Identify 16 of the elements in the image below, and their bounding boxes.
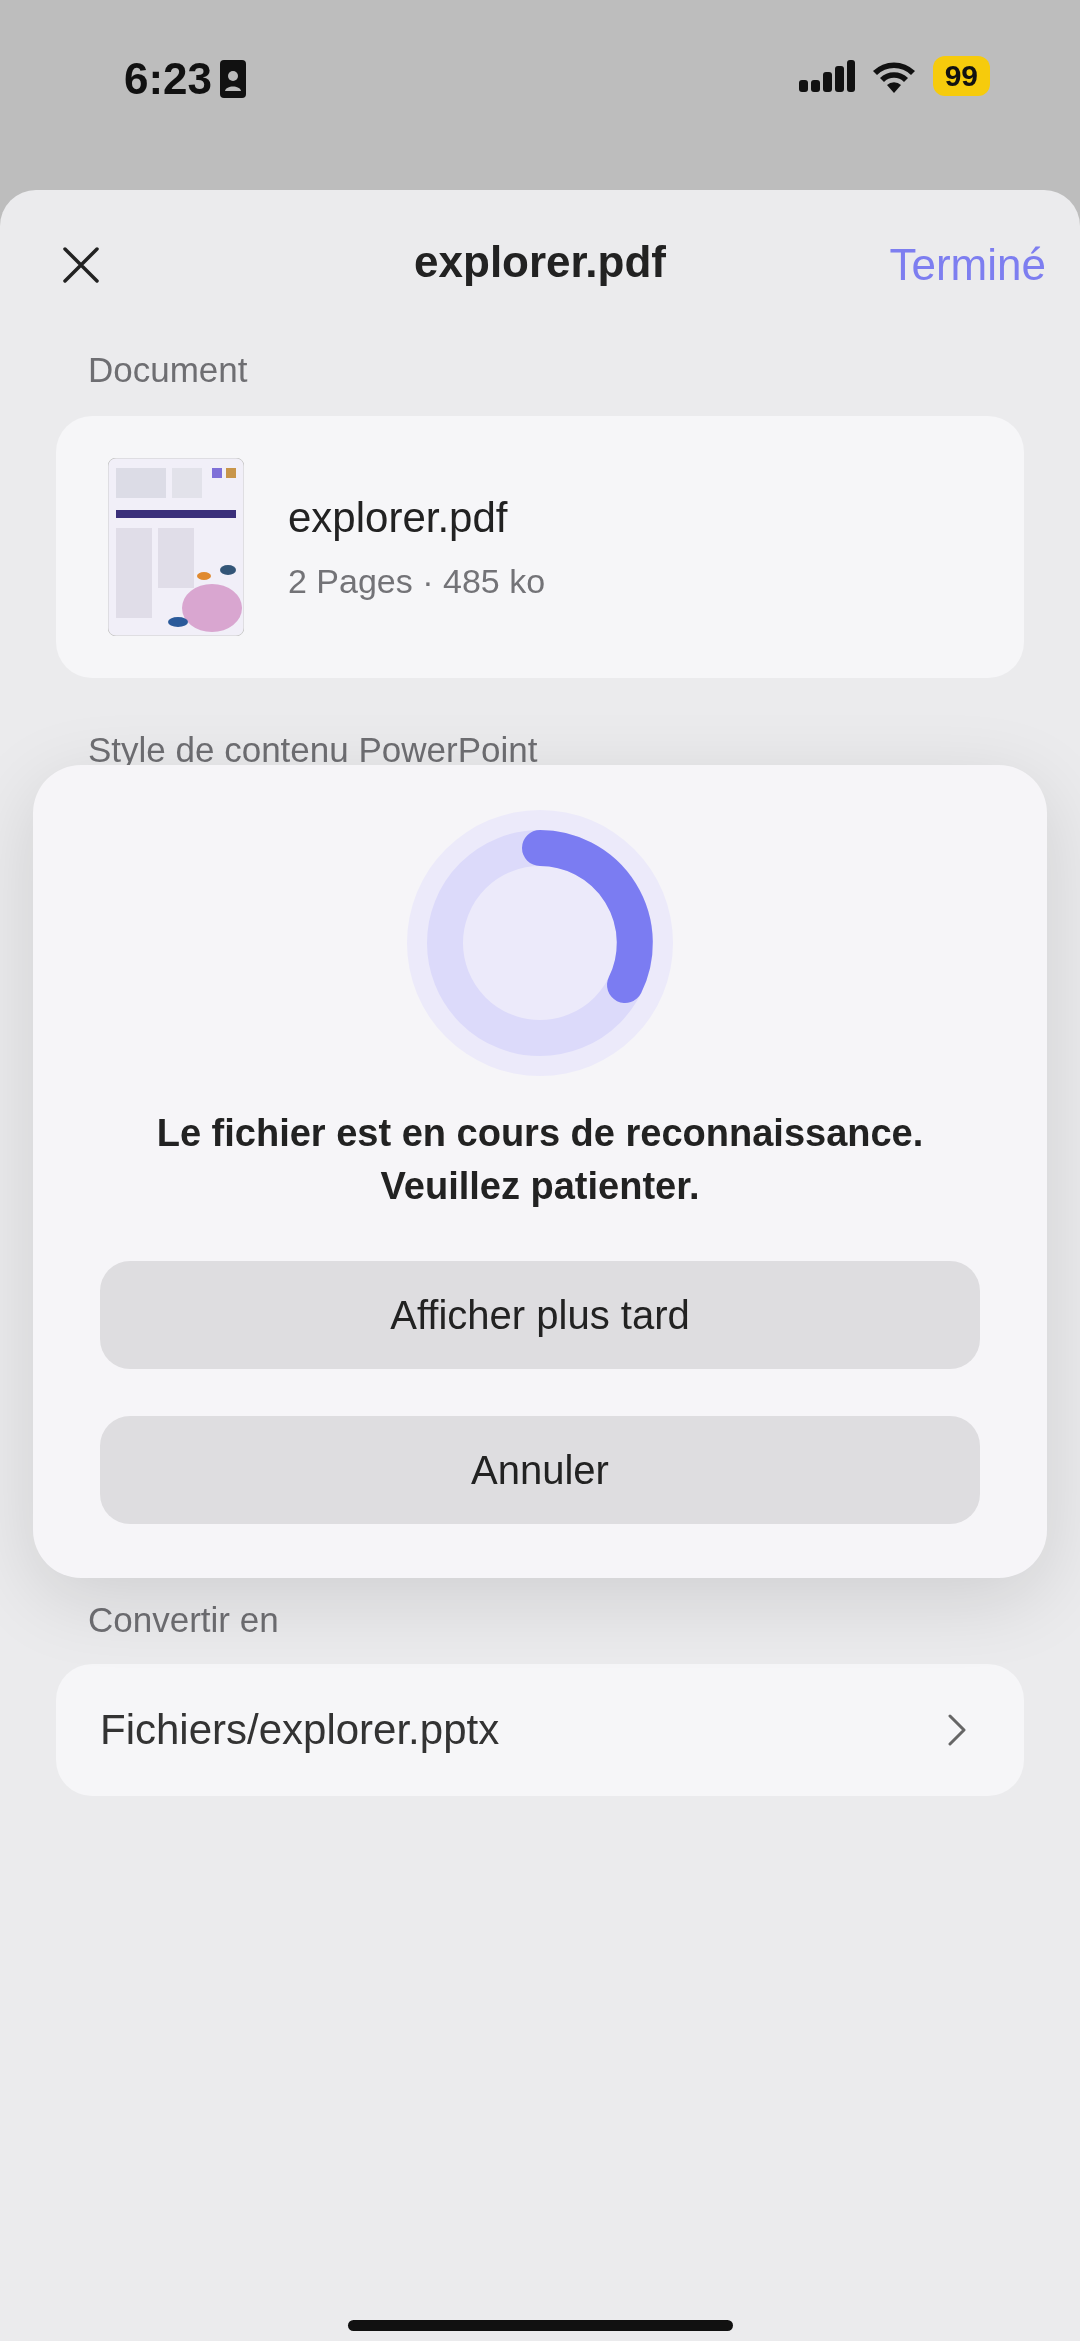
- destination-row[interactable]: Fichiers/explorer.pptx: [56, 1664, 1024, 1796]
- cancel-button[interactable]: Annuler: [100, 1416, 980, 1524]
- file-info: 2 Pages · 485 ko: [288, 561, 546, 601]
- section-label: Style de contenu PowerPoint: [87, 729, 539, 771]
- chevron-icon: [948, 1714, 966, 1746]
- sheet-title: explorer.pdf: [414, 237, 666, 287]
- id-card-icon: [220, 60, 247, 98]
- later-button[interactable]: Afficher plus tard: [100, 1261, 980, 1369]
- dialog-message: Le fichier est en cours de reconnaissance. Veuillez patienter.: [156, 1111, 924, 1209]
- battery-level: 99: [932, 56, 990, 96]
- close-icon[interactable]: [62, 246, 100, 284]
- section-label: Document: [87, 349, 249, 391]
- status-time: 6:23: [124, 54, 213, 104]
- section-label: Convertir en: [87, 1599, 280, 1641]
- file-name: explorer.pdf: [288, 493, 509, 542]
- signal-icon: [798, 58, 855, 94]
